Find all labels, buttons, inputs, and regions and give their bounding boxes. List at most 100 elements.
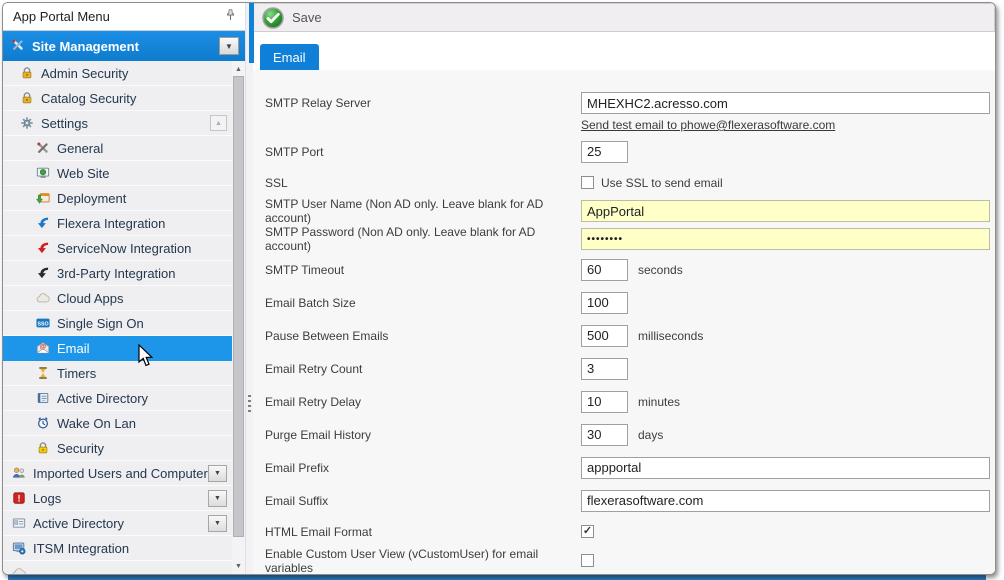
sidebar-item-label: Active Directory (33, 516, 124, 531)
svg-text:@: @ (40, 344, 46, 351)
sidebar-item-label: Web Site (57, 166, 110, 181)
scroll-down-icon[interactable]: ▼ (232, 559, 245, 573)
arrow-red-icon (35, 241, 51, 255)
scroll-up-icon[interactable]: ▲ (232, 62, 245, 76)
sidebar-item-security[interactable]: Security (3, 436, 232, 461)
sidebar-item-label: Flexera Integration (57, 216, 165, 231)
app-portal-window: App Portal Menu Site Management ▼ Admin … (2, 2, 996, 575)
text-field[interactable] (581, 325, 628, 347)
field-control (581, 228, 990, 250)
svg-text:SSO: SSO (37, 321, 48, 327)
checkbox[interactable] (581, 554, 594, 567)
sidebar-item-active-directory[interactable]: Active Directory ▼ (3, 511, 232, 536)
form-row: SMTP Timeoutseconds (265, 253, 995, 286)
field-label: SMTP Timeout (265, 263, 581, 277)
text-field[interactable] (581, 457, 990, 479)
expand-icon[interactable]: ▼ (208, 515, 227, 532)
contact-card-icon (11, 516, 27, 530)
gear-icon (19, 116, 35, 130)
sidebar-item-cloud-apps[interactable]: Cloud Apps (3, 286, 232, 311)
sidebar-item-partial[interactable] (3, 561, 232, 574)
lock-gold-icon (19, 66, 35, 80)
field-label: SMTP Password (Non AD only. Leave blank … (265, 225, 581, 253)
form-row: Email Retry Delayminutes (265, 385, 995, 418)
sidebar-item-label: Admin Security (41, 66, 128, 81)
tab-email[interactable]: Email (260, 44, 319, 70)
text-field[interactable] (581, 259, 628, 281)
tab-bar: Email (253, 32, 995, 70)
sidebar-item-admin-security[interactable]: Admin Security (3, 61, 232, 86)
field-control: Send test email to phowe@flexerasoftware… (581, 83, 990, 132)
field-label: Email Prefix (265, 461, 581, 475)
field-control (581, 358, 628, 380)
sidebar-item-servicenow-integration[interactable]: ServiceNow Integration (3, 236, 232, 261)
sidebar-item-wake-on-lan[interactable]: Wake On Lan (3, 411, 232, 436)
sidebar-group-site-management[interactable]: Site Management ▼ (3, 31, 245, 61)
main-panel: Save Email SMTP Relay ServerSend test em… (253, 3, 995, 574)
pin-icon[interactable] (224, 8, 237, 25)
text-field[interactable] (581, 292, 628, 314)
sidebar-item-deployment[interactable]: Deployment (3, 186, 232, 211)
panel-splitter[interactable] (245, 3, 253, 574)
checkbox[interactable]: ✓ (581, 525, 594, 538)
mouse-cursor (137, 344, 157, 368)
form-row: SSLUse SSL to send email (265, 168, 995, 197)
envelope-at-icon: @ (35, 341, 51, 355)
expand-icon[interactable]: ▼ (208, 465, 227, 482)
sidebar-item-label: Deployment (57, 191, 126, 206)
sidebar-item-itsm-integration[interactable]: ITSM Integration (3, 536, 232, 561)
sidebar-item-timers[interactable]: Timers (3, 361, 232, 386)
sidebar-item-label: Catalog Security (41, 91, 136, 106)
sidebar-item-imported-users-and-computers[interactable]: Imported Users and Computers▼ (3, 461, 232, 486)
send-test-email-link[interactable]: Send test email to phowe@flexerasoftware… (581, 118, 990, 132)
sidebar-item-flexera-integration[interactable]: Flexera Integration (3, 211, 232, 236)
sidebar-item-label: Email (57, 341, 90, 356)
collapse-icon[interactable]: ▲ (210, 115, 227, 131)
sidebar-item-general[interactable]: General (3, 136, 232, 161)
text-field[interactable] (581, 200, 990, 222)
email-settings-form: SMTP Relay ServerSend test email to phow… (253, 70, 995, 574)
sidebar-item-3rd-party-integration[interactable]: 3rd-Party Integration (3, 261, 232, 286)
field-label: Enable Custom User View (vCustomUser) fo… (265, 547, 581, 575)
chevron-down-icon[interactable]: ▼ (219, 37, 239, 55)
field-label: Email Retry Delay (265, 395, 581, 409)
sidebar-group-label: Site Management (32, 39, 219, 54)
save-button[interactable]: Save (262, 7, 322, 29)
field-label: HTML Email Format (265, 525, 581, 539)
unit-label: days (638, 428, 663, 442)
text-field[interactable] (581, 424, 628, 446)
cloud-icon (35, 291, 51, 305)
sidebar-scrollbar[interactable]: ▲ ▼ (232, 61, 245, 574)
password-field[interactable] (581, 228, 990, 250)
users-icon (11, 466, 27, 480)
sidebar-item-active-directory[interactable]: Active Directory (3, 386, 232, 411)
expand-icon[interactable]: ▼ (208, 490, 227, 507)
splitter-grip[interactable] (248, 395, 251, 415)
sidebar-item-label: Security (57, 441, 104, 456)
form-row: HTML Email Format✓ (265, 517, 995, 546)
form-row: Email Batch Size (265, 286, 995, 319)
field-label: Purge Email History (265, 428, 581, 442)
sidebar-title: App Portal Menu (13, 9, 224, 24)
scrollbar-thumb[interactable] (233, 76, 244, 537)
arrow-black-icon (35, 266, 51, 280)
form-row: Email Retry Count (265, 352, 995, 385)
form-row: Email Suffix (265, 484, 995, 517)
sidebar-item-email[interactable]: @ Email (3, 336, 232, 361)
sidebar-item-web-site[interactable]: Web Site (3, 161, 232, 186)
text-field[interactable] (581, 391, 628, 413)
form-row: Purge Email History days (265, 418, 995, 451)
text-field[interactable] (581, 92, 990, 114)
arrow-blue-icon (35, 216, 51, 230)
text-field[interactable] (581, 490, 990, 512)
field-control: ✓ (581, 525, 594, 538)
sidebar-item-catalog-security[interactable]: Catalog Security (3, 86, 232, 111)
hourglass-icon (35, 366, 51, 380)
sidebar-item-logs[interactable]: !Logs▼ (3, 486, 232, 511)
checkbox[interactable] (581, 176, 594, 189)
sidebar-item-single-sign-on[interactable]: SSOSingle Sign On (3, 311, 232, 336)
sidebar-item-settings[interactable]: Settings▲ (3, 111, 232, 136)
text-field[interactable] (581, 141, 628, 163)
address-book-icon (35, 391, 51, 405)
text-field[interactable] (581, 358, 628, 380)
